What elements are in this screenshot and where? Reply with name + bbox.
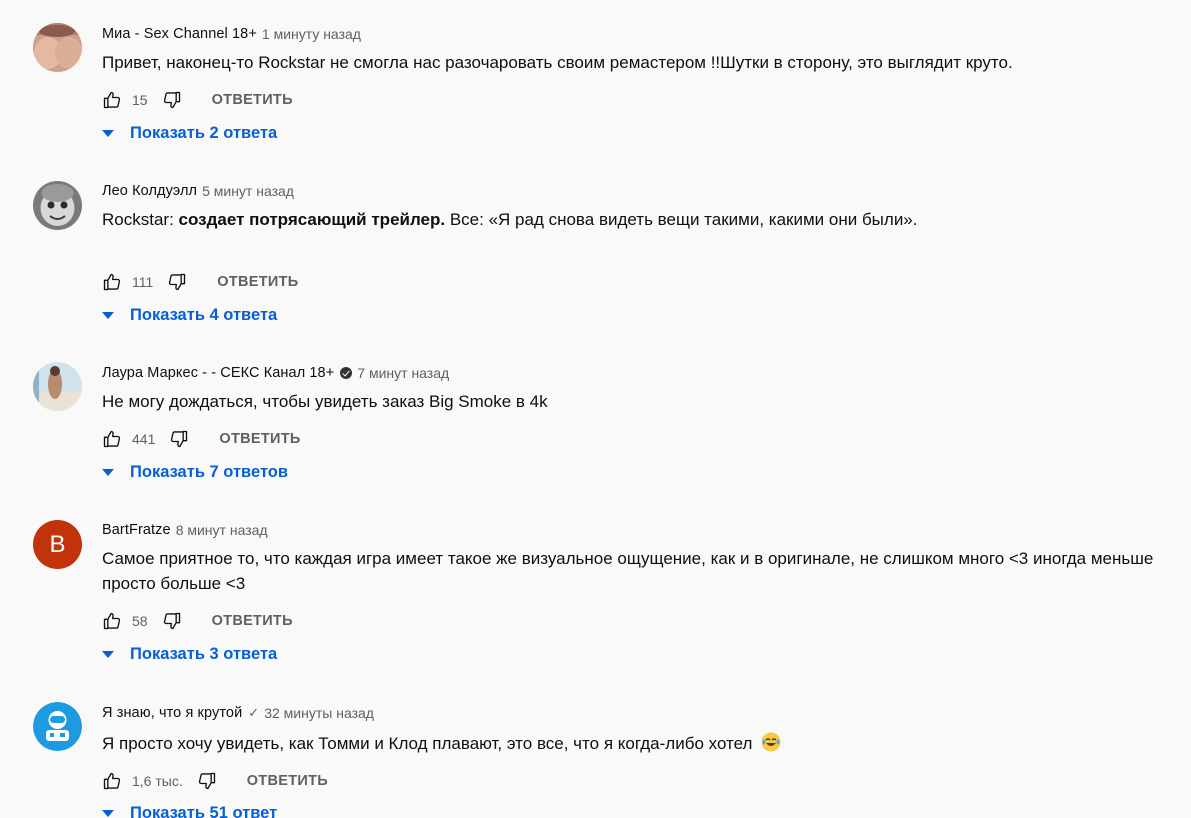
like-count: 1,6 тыс.	[132, 773, 183, 789]
timestamp[interactable]: 5 минут назад	[202, 182, 294, 200]
caret-down-icon	[102, 469, 114, 476]
show-replies-label: Показать 7 ответов	[130, 463, 289, 481]
comment-header: BartFratze 8 минут назад	[102, 521, 268, 539]
reply-button[interactable]: ОТВЕТИТЬ	[247, 773, 328, 789]
thumbs-up-icon[interactable]	[102, 90, 122, 110]
reply-button[interactable]: ОТВЕТИТЬ	[217, 274, 298, 290]
thumbs-up-icon[interactable]	[102, 771, 122, 791]
like-count: 58	[132, 613, 148, 629]
timestamp[interactable]: 32 минуты назад	[264, 704, 374, 722]
like-count: 111	[132, 274, 154, 290]
thumbs-down-icon[interactable]	[197, 771, 217, 791]
thumbs-down-icon[interactable]	[162, 90, 182, 110]
author-name[interactable]: BartFratze	[102, 521, 171, 539]
author-name[interactable]: Лаура Маркес - - СЕКС Канал 18+	[102, 364, 334, 382]
show-replies-label: Показать 3 ответа	[130, 645, 278, 663]
show-replies-button[interactable]: Показать 2 ответа	[102, 124, 277, 143]
comment-text: Rockstar: создает потрясающий трейлер. В…	[102, 207, 1172, 232]
avatar[interactable]: B	[33, 520, 82, 569]
comment-text: Привет, наконец-то Rockstar не смогла на…	[102, 53, 1013, 72]
comment-header: Я знаю, что я крутой ✓ 32 минуты назад	[102, 704, 374, 722]
comments-section: Миа - Sex Channel 18+ 1 минуту назад При…	[0, 0, 1191, 818]
caret-down-icon	[102, 651, 114, 658]
author-name[interactable]: Я знаю, что я крутой	[102, 704, 242, 722]
thumbs-up-icon[interactable]	[102, 611, 122, 631]
author-name[interactable]: Миа - Sex Channel 18+	[102, 25, 257, 43]
caret-down-icon	[102, 810, 114, 817]
like-count: 15	[132, 92, 148, 108]
author-name[interactable]: Лео Колдуэлл	[102, 182, 197, 200]
comment-text-part: Все: «Я рад снова видеть вещи такими, ка…	[445, 210, 918, 229]
verified-icon	[340, 367, 353, 379]
action-bar: 1,6 тыс. ОТВЕТИТЬ	[102, 769, 328, 793]
comment-text-bold: создает потрясающий трейлер.	[178, 210, 446, 229]
thumbs-up-icon[interactable]	[102, 272, 122, 292]
comment-text: Самое приятное то, что каждая игра имеет…	[102, 549, 1154, 593]
show-replies-label: Показать 4 ответа	[130, 306, 278, 324]
action-bar: 111 ОТВЕТИТЬ	[102, 270, 299, 294]
comment-header: Лаура Маркес - - СЕКС Канал 18+ 7 минут …	[102, 364, 449, 382]
caret-down-icon	[102, 312, 114, 319]
comment-text: Я просто хочу увидеть, как Томми и Клод …	[102, 731, 1172, 756]
comment-text-part: Я просто хочу увидеть, как Томми и Клод …	[102, 734, 753, 753]
avatar[interactable]	[33, 362, 82, 411]
thumbs-down-icon[interactable]	[167, 272, 187, 292]
reply-button[interactable]: ОТВЕТИТЬ	[219, 431, 300, 447]
show-replies-label: Показать 2 ответа	[130, 124, 278, 142]
show-replies-button[interactable]: Показать 4 ответа	[102, 306, 277, 325]
thumbs-down-icon[interactable]	[169, 429, 189, 449]
show-replies-label: Показать 51 ответ	[130, 804, 278, 818]
comment-text-part: Rockstar:	[102, 210, 179, 229]
show-replies-button[interactable]: Показать 3 ответа	[102, 645, 277, 664]
reply-button[interactable]: ОТВЕТИТЬ	[212, 92, 293, 108]
reply-button[interactable]: ОТВЕТИТЬ	[212, 613, 293, 629]
thumbs-down-icon[interactable]	[162, 611, 182, 631]
action-bar: 58 ОТВЕТИТЬ	[102, 609, 293, 633]
check-icon: ✓	[248, 705, 260, 720]
action-bar: 441 ОТВЕТИТЬ	[102, 427, 301, 451]
timestamp[interactable]: 7 минут назад	[357, 364, 449, 382]
caret-down-icon	[102, 130, 114, 137]
timestamp[interactable]: 8 минут назад	[176, 521, 268, 539]
like-count: 441	[132, 431, 156, 447]
tears-of-joy-emoji	[761, 732, 781, 752]
avatar[interactable]	[33, 702, 82, 751]
avatar[interactable]	[33, 181, 82, 230]
thumbs-up-icon[interactable]	[102, 429, 122, 449]
avatar[interactable]	[33, 23, 82, 72]
action-bar: 15 ОТВЕТИТЬ	[102, 88, 293, 112]
comment-header: Лео Колдуэлл 5 минут назад	[102, 182, 294, 200]
avatar-letter: B	[49, 530, 66, 558]
show-replies-button[interactable]: Показать 51 ответ	[102, 804, 277, 818]
comment-text: Не могу дождаться, чтобы увидеть заказ B…	[102, 392, 548, 411]
show-replies-button[interactable]: Показать 7 ответов	[102, 463, 288, 482]
comment-header: Миа - Sex Channel 18+ 1 минуту назад	[102, 25, 361, 43]
timestamp[interactable]: 1 минуту назад	[262, 25, 361, 43]
